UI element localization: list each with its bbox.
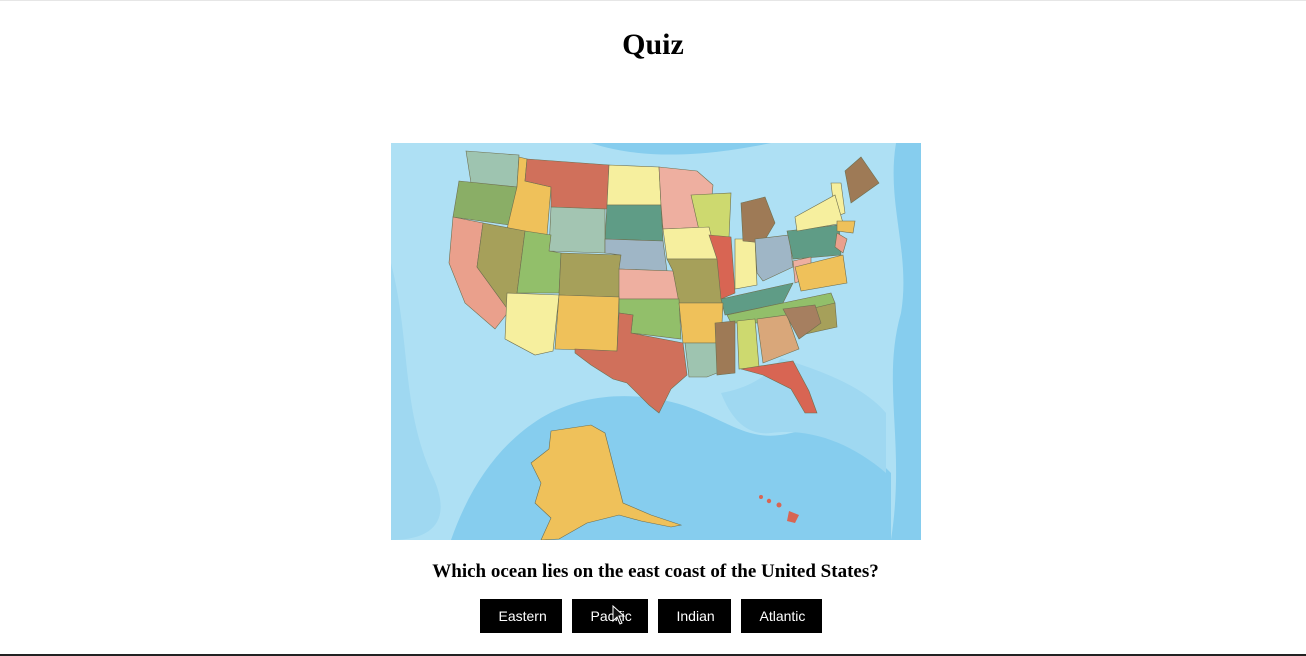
page-title: Quiz — [622, 28, 684, 61]
answer-button-eastern[interactable]: Eastern — [479, 599, 562, 633]
answer-button-pacific[interactable]: Pacific — [571, 599, 648, 633]
answer-button-indian[interactable]: Indian — [657, 599, 731, 633]
question-text: Which ocean lies on the east coast of th… — [432, 561, 879, 582]
us-map-image — [391, 143, 921, 540]
top-divider — [0, 0, 1306, 1]
answer-button-atlantic[interactable]: Atlantic — [740, 599, 822, 633]
answer-options: Eastern Pacific Indian Atlantic — [0, 599, 1301, 633]
